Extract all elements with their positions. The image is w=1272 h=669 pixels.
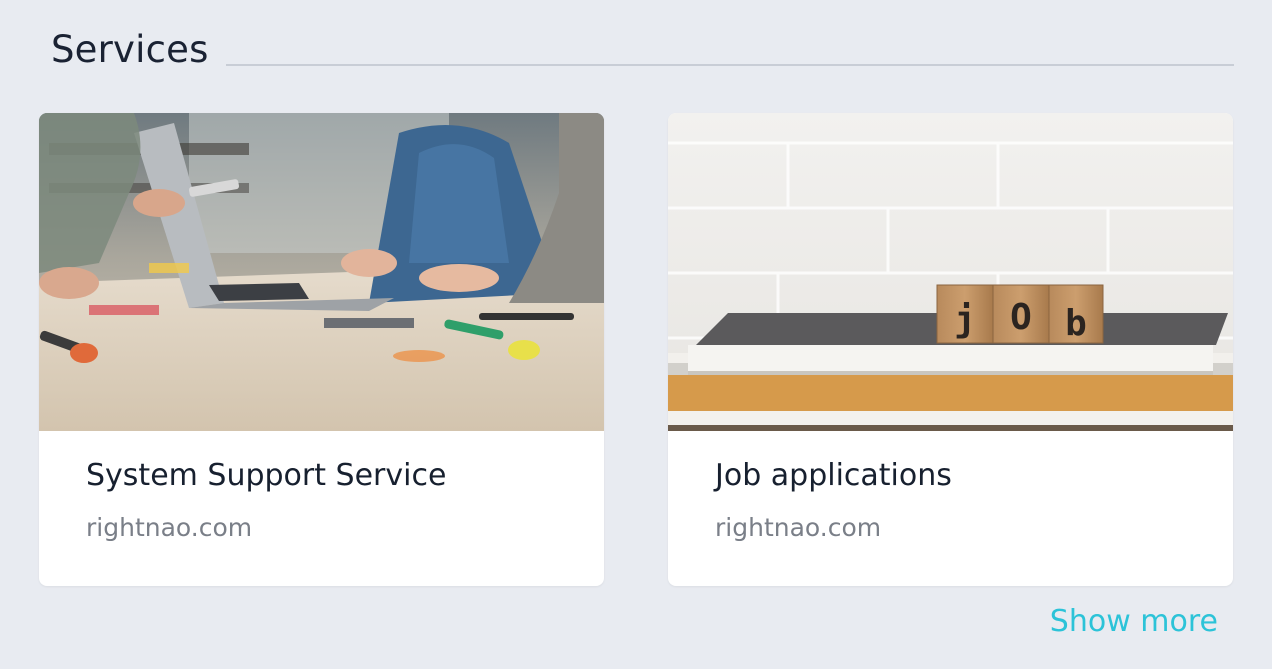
service-card-system-support[interactable]: System Support Service rightnao.com — [39, 113, 604, 586]
job-blocks-photo: j O b — [668, 113, 1233, 431]
show-more-link[interactable]: Show more — [1050, 604, 1218, 639]
block-letter-b: b — [1065, 303, 1087, 344]
card-image-office — [39, 113, 604, 431]
card-source: rightnao.com — [715, 513, 882, 542]
service-card-job-applications[interactable]: j O b Job applications rightnao.com — [668, 113, 1233, 586]
office-teamwork-photo — [39, 113, 604, 431]
section-divider — [226, 64, 1234, 66]
card-title[interactable]: Job applications — [715, 458, 952, 493]
block-letter-o: O — [1010, 297, 1032, 338]
section-header: Services — [51, 28, 1234, 78]
card-title[interactable]: System Support Service — [86, 458, 446, 493]
card-image-job: j O b — [668, 113, 1233, 431]
card-body: Job applications rightnao.com — [668, 431, 1233, 586]
block-letter-j: j — [954, 299, 976, 340]
section-title: Services — [51, 28, 209, 71]
card-body: System Support Service rightnao.com — [39, 431, 604, 586]
card-source: rightnao.com — [86, 513, 253, 542]
